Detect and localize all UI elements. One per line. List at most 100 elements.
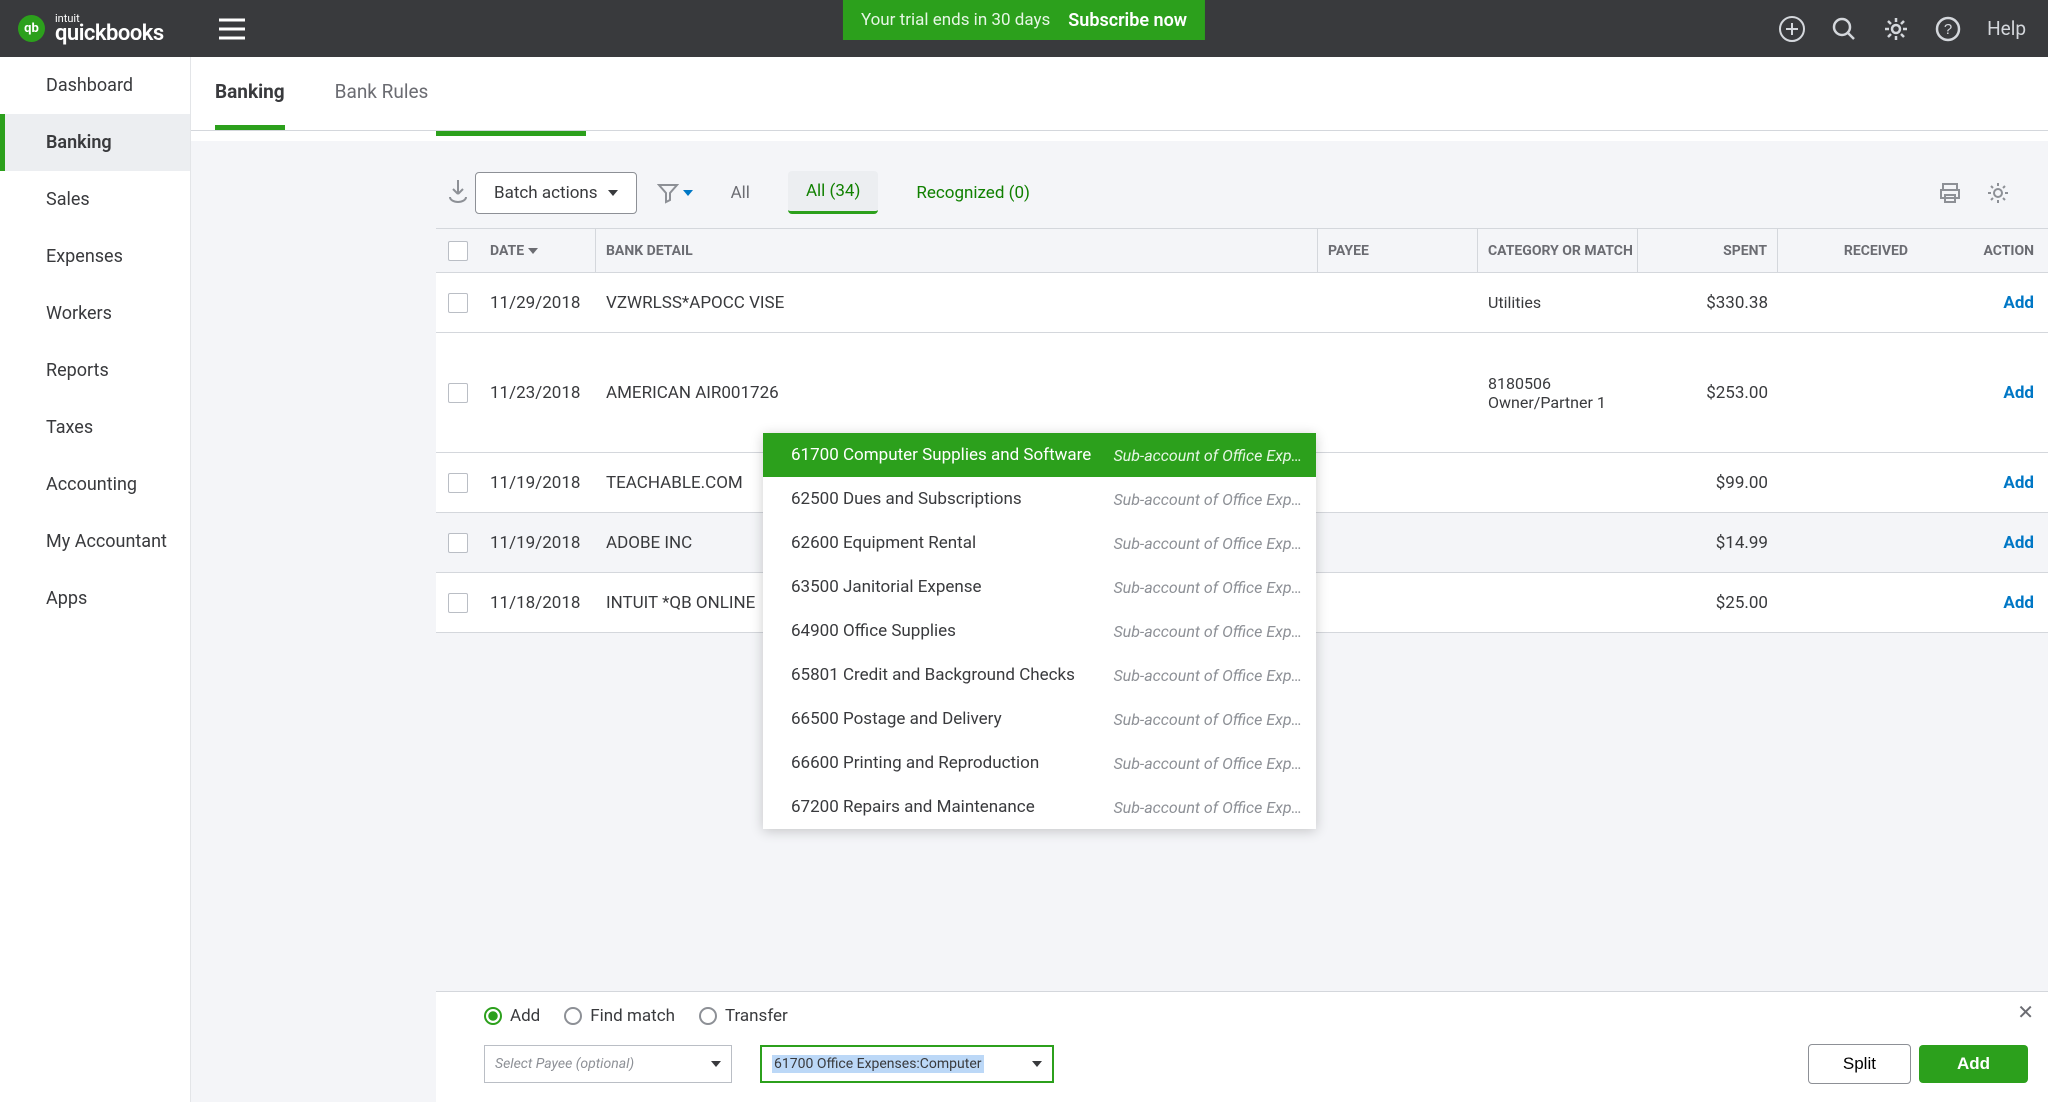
sidebar-item-reports[interactable]: Reports bbox=[0, 342, 190, 399]
category-option[interactable]: 66500 Postage and DeliverySub-account of… bbox=[763, 697, 1316, 741]
subscribe-link[interactable]: Subscribe now bbox=[1068, 10, 1187, 31]
trial-banner: Your trial ends in 30 days Subscribe now bbox=[843, 0, 1205, 40]
cell-date: 11/19/2018 bbox=[480, 533, 596, 553]
category-option[interactable]: 62600 Equipment RentalSub-account of Off… bbox=[763, 521, 1316, 565]
tab-bank-rules[interactable]: Bank Rules bbox=[335, 80, 429, 130]
category-option-name: 66600 Printing and Reproduction bbox=[791, 753, 1113, 773]
header-spent[interactable]: SPENT bbox=[1638, 229, 1778, 272]
row-checkbox[interactable] bbox=[448, 533, 468, 553]
header-payee[interactable]: PAYEE bbox=[1318, 229, 1478, 272]
row-checkbox[interactable] bbox=[448, 473, 468, 493]
add-link[interactable]: Add bbox=[2003, 473, 2034, 493]
radio-find-match[interactable]: Find match bbox=[564, 1006, 675, 1026]
header-detail[interactable]: BANK DETAIL bbox=[596, 229, 1318, 272]
add-link[interactable]: Add bbox=[2003, 593, 2034, 613]
sidebar-item-apps[interactable]: Apps bbox=[0, 570, 190, 627]
filter-all-count[interactable]: All (34) bbox=[788, 171, 878, 214]
category-option[interactable]: 64900 Office SuppliesSub-account of Offi… bbox=[763, 609, 1316, 653]
header-received[interactable]: RECEIVED bbox=[1778, 229, 1918, 272]
filter-button[interactable] bbox=[657, 182, 693, 204]
row-checkbox[interactable] bbox=[448, 593, 468, 613]
batch-label: Batch actions bbox=[494, 183, 598, 203]
chevron-down-icon bbox=[608, 190, 618, 196]
category-option[interactable]: 61700 Computer Supplies and SoftwareSub-… bbox=[763, 433, 1316, 477]
chevron-down-icon bbox=[1032, 1061, 1042, 1067]
sidebar-item-accounting[interactable]: Accounting bbox=[0, 456, 190, 513]
category-option-sub: Sub-account of Office Exp… bbox=[1113, 710, 1302, 729]
sidebar-item-dashboard[interactable]: Dashboard bbox=[0, 57, 190, 114]
sidebar-item-workers[interactable]: Workers bbox=[0, 285, 190, 342]
svg-text:?: ? bbox=[1944, 21, 1952, 38]
header-category[interactable]: CATEGORY OR MATCH bbox=[1478, 229, 1638, 272]
logo[interactable]: qb intuit quickbooks bbox=[0, 12, 164, 46]
select-all-checkbox[interactable] bbox=[448, 241, 468, 261]
close-icon[interactable]: ✕ bbox=[2017, 1000, 2034, 1024]
add-link[interactable]: Add bbox=[2003, 383, 2034, 403]
logo-badge-icon: qb bbox=[18, 15, 45, 42]
category-option-name: 61700 Computer Supplies and Software bbox=[791, 445, 1113, 465]
add-button[interactable]: Add bbox=[1919, 1045, 2028, 1083]
category-option-sub: Sub-account of Office Exp… bbox=[1113, 666, 1302, 685]
category-option-sub: Sub-account of Office Exp… bbox=[1113, 754, 1302, 773]
sidebar-item-sales[interactable]: Sales bbox=[0, 171, 190, 228]
plus-icon[interactable] bbox=[1779, 16, 1805, 42]
header-action[interactable]: ACTION bbox=[1918, 229, 2048, 272]
tab-banking[interactable]: Banking bbox=[215, 80, 285, 130]
table-row[interactable]: 11/29/2018VZWRLSS*APOCC VISEUtilities$33… bbox=[436, 273, 2048, 333]
cell-date: 11/23/2018 bbox=[480, 383, 596, 403]
refresh-icon[interactable] bbox=[447, 179, 469, 203]
radio-add[interactable]: Add bbox=[484, 1006, 540, 1026]
help-link[interactable]: Help bbox=[1987, 17, 2026, 40]
split-button[interactable]: Split bbox=[1808, 1044, 1911, 1084]
category-select[interactable]: 61700 Office Expenses:Computer bbox=[760, 1045, 1054, 1083]
radio-transfer[interactable]: Transfer bbox=[699, 1006, 788, 1026]
category-option-name: 66500 Postage and Delivery bbox=[791, 709, 1113, 729]
help-icon[interactable]: ? bbox=[1935, 16, 1961, 42]
filter-all[interactable]: All bbox=[713, 173, 768, 213]
category-option-name: 67200 Repairs and Maintenance bbox=[791, 797, 1113, 817]
category-option-name: 65801 Credit and Background Checks bbox=[791, 665, 1113, 685]
cell-category: 8180506 Owner/Partner 1 bbox=[1478, 374, 1638, 412]
sidebar-item-expenses[interactable]: Expenses bbox=[0, 228, 190, 285]
row-checkbox[interactable] bbox=[448, 383, 468, 403]
chevron-down-icon bbox=[711, 1061, 721, 1067]
filter-recognized[interactable]: Recognized (0) bbox=[898, 173, 1048, 213]
category-option-sub: Sub-account of Office Exp… bbox=[1113, 622, 1302, 641]
cell-spent: $99.00 bbox=[1638, 473, 1778, 493]
print-icon[interactable] bbox=[1938, 181, 1962, 205]
search-icon[interactable] bbox=[1831, 16, 1857, 42]
logo-main-text: quickbooks bbox=[55, 21, 164, 46]
sidebar-item-taxes[interactable]: Taxes bbox=[0, 399, 190, 456]
gear-icon[interactable] bbox=[1883, 16, 1909, 42]
category-option[interactable]: 63500 Janitorial ExpenseSub-account of O… bbox=[763, 565, 1316, 609]
payee-placeholder: Select Payee (optional) bbox=[495, 1056, 634, 1072]
hamburger-icon[interactable] bbox=[219, 18, 245, 40]
sidebar-item-my-accountant[interactable]: My Accountant bbox=[0, 513, 190, 570]
category-option-name: 64900 Office Supplies bbox=[791, 621, 1113, 641]
settings-icon[interactable] bbox=[1986, 181, 2010, 205]
category-option-sub: Sub-account of Office Exp… bbox=[1113, 490, 1302, 509]
category-option[interactable]: 66600 Printing and ReproductionSub-accou… bbox=[763, 741, 1316, 785]
category-option[interactable]: 67200 Repairs and MaintenanceSub-account… bbox=[763, 785, 1316, 829]
category-option[interactable]: 62500 Dues and SubscriptionsSub-account … bbox=[763, 477, 1316, 521]
category-dropdown[interactable]: 61700 Computer Supplies and Software Sub-… bbox=[763, 433, 1316, 829]
sidebar-item-banking[interactable]: Banking bbox=[0, 114, 190, 171]
sidebar: DashboardBankingSalesExpensesWorkersRepo… bbox=[0, 57, 191, 1102]
category-option-sub: Sub-account of Office Exp… bbox=[1113, 534, 1302, 553]
row-checkbox[interactable] bbox=[448, 293, 468, 313]
cell-spent: $14.99 bbox=[1638, 533, 1778, 553]
cell-date: 11/18/2018 bbox=[480, 593, 596, 613]
payee-select[interactable]: Select Payee (optional) bbox=[484, 1045, 732, 1083]
cell-date: 11/29/2018 bbox=[480, 293, 596, 313]
category-option-name: 62500 Dues and Subscriptions bbox=[791, 489, 1113, 509]
category-option[interactable]: 65801 Credit and Background ChecksSub-ac… bbox=[763, 653, 1316, 697]
topbar: qb intuit quickbooks Your trial ends in … bbox=[0, 0, 2048, 57]
cell-category: Utilities bbox=[1478, 293, 1638, 312]
cell-spent: $25.00 bbox=[1638, 593, 1778, 613]
cell-spent: $330.38 bbox=[1638, 293, 1778, 313]
batch-actions-button[interactable]: Batch actions bbox=[475, 172, 637, 214]
header-date[interactable]: DATE bbox=[480, 229, 596, 272]
tabs: Banking Bank Rules bbox=[191, 57, 2048, 131]
add-link[interactable]: Add bbox=[2003, 293, 2034, 313]
add-link[interactable]: Add bbox=[2003, 533, 2034, 553]
